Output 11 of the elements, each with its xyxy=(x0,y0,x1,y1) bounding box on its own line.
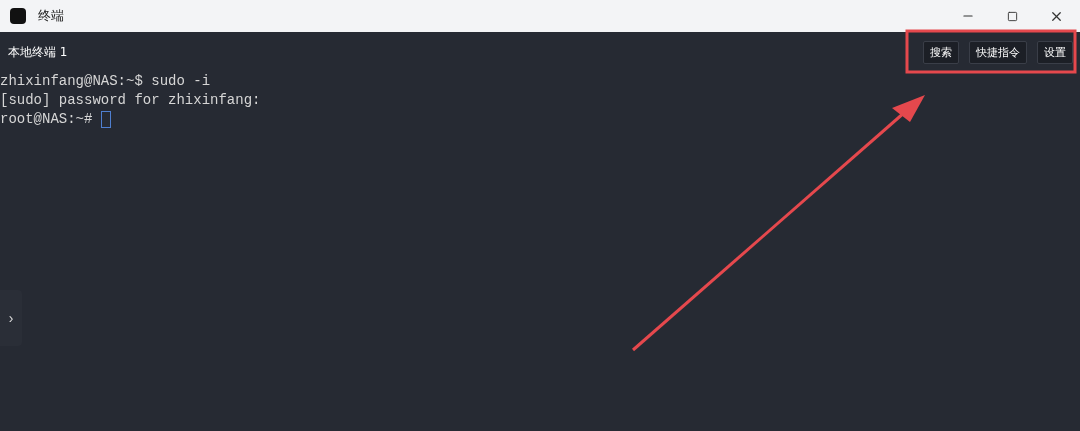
window-title: 终端 xyxy=(38,7,65,25)
maximize-icon xyxy=(1006,10,1018,22)
terminal-line: zhixinfang@NAS:~$ sudo -i xyxy=(0,72,211,91)
terminal-line: root@NAS:~# xyxy=(0,110,94,129)
terminal-tab[interactable]: 本地终端 1 xyxy=(8,43,923,61)
toolbar-button[interactable]: 搜索 xyxy=(923,40,959,64)
sidebar-toggle[interactable]: › xyxy=(0,290,22,346)
terminal-line: [sudo] password for zhixinfang: xyxy=(0,91,261,110)
toolbar-button[interactable]: 设置 xyxy=(1037,40,1073,64)
toolbar-button[interactable]: 快捷指令 xyxy=(969,40,1027,64)
app-icon xyxy=(10,8,26,24)
